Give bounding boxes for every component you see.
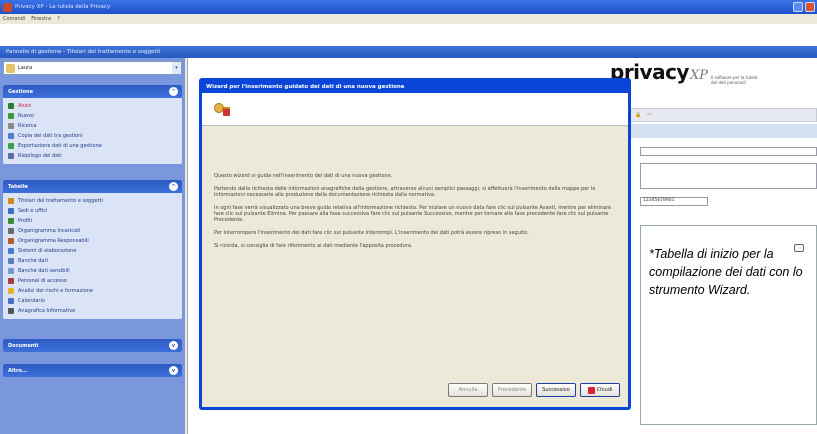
cancel-button[interactable]: Annulla: [448, 383, 488, 397]
toolbar-strip: [0, 24, 817, 46]
dialog-paragraph: Partendo dalla richiesta delle informazi…: [214, 186, 596, 198]
sidebar: Laura ▾ Gestione ^ Aiuto Nuovo Ricerca C…: [0, 58, 185, 434]
right-header-band: [630, 124, 817, 138]
menu-finestra[interactable]: Finestra: [31, 16, 51, 22]
dialog-paragraph: Per interrompere l'inserimento dei dati …: [214, 230, 529, 236]
wizard-dialog: Wizard per l'inserimento guidato dei dat…: [199, 78, 631, 410]
address-field[interactable]: [640, 163, 817, 189]
sidebar-item-informative[interactable]: Anagrafica Informative: [8, 306, 177, 316]
summary-icon: [8, 153, 14, 159]
building-icon: [8, 208, 14, 214]
previous-button[interactable]: Precedente: [492, 383, 532, 397]
dialog-description: Questo wizard vi guida nell'inserimento …: [214, 173, 614, 256]
key-icon: [8, 198, 14, 204]
callout-checkbox-icon: [794, 244, 804, 252]
group-header-gestione[interactable]: Gestione ^: [3, 85, 182, 98]
group-altro: Altro... v: [3, 364, 182, 377]
app-icon: [3, 2, 12, 12]
group-header-documenti[interactable]: Documenti v: [3, 339, 182, 352]
menu-help[interactable]: ?: [57, 16, 60, 22]
group-gestione: Gestione ^ Aiuto Nuovo Ricerca Copia dei…: [3, 85, 182, 164]
book-icon: [8, 278, 14, 284]
key-lock-icon: [214, 101, 230, 117]
sidebar-item-titolari[interactable]: Titolari del trattamento e soggetti: [8, 196, 177, 206]
sidebar-item-org-incaricati[interactable]: Organigramma Incaricati: [8, 226, 177, 236]
expand-icon[interactable]: v: [169, 341, 178, 350]
minimize-button[interactable]: [793, 2, 803, 12]
profile-icon: [8, 218, 14, 224]
group-documenti: Documenti v: [3, 339, 182, 352]
panel-title: Pannello di gestione - Titolari del trat…: [6, 49, 161, 55]
dialog-paragraph: Si ricorda, si consiglia di fare riferim…: [214, 243, 413, 249]
dialog-paragraph: Questo wizard vi guida nell'inserimento …: [214, 173, 393, 179]
sidebar-item-banche-sensibili[interactable]: Banche dati sensibili: [8, 266, 177, 276]
next-button[interactable]: Successivo: [536, 383, 576, 397]
close-icon: [587, 386, 595, 394]
document-icon: [8, 308, 14, 314]
privacy-logo: privacy XP Il software per la tutela dei…: [610, 60, 761, 85]
computer-icon: [8, 248, 14, 254]
sidebar-item-personal[interactable]: Personal di accesso: [8, 276, 177, 286]
window-title: Privacy XP - La tutela della Privacy: [15, 4, 111, 10]
sidebar-item-aiuto[interactable]: Aiuto: [8, 101, 177, 111]
person-icon: [8, 228, 14, 234]
panel-title-bar: Pannello di gestione - Titolari del trat…: [0, 46, 817, 58]
dialog-buttons: Annulla Precedente Successivo Chiudi: [448, 383, 620, 397]
expand-icon[interactable]: v: [169, 366, 178, 375]
logo-tagline: Il software per la tutela dei dati perso…: [710, 75, 758, 85]
copy-icon: [8, 133, 14, 139]
menu-comandi[interactable]: Comandi: [3, 16, 25, 22]
user-select-value: Laura: [18, 65, 33, 71]
sidebar-item-nuovo[interactable]: Nuovo: [8, 111, 177, 121]
sidebar-item-copia[interactable]: Copia dei dati tra gestioni: [8, 131, 177, 141]
dialog-header: [202, 93, 628, 126]
close-button[interactable]: Chiudi: [580, 383, 620, 397]
database-lock-icon: [8, 268, 14, 274]
callout-caption: *Tabella di inizio per la compilazione d…: [649, 245, 814, 299]
group-tabelle: Tabelle ^ Titolari del trattamento e sog…: [3, 180, 182, 319]
user-icon: [6, 63, 15, 73]
help-icon: [8, 103, 14, 109]
sidebar-item-analisi[interactable]: Analisi dei rischi e formazione: [8, 286, 177, 296]
sidebar-item-org-responsabili[interactable]: Organigramma Responsabili: [8, 236, 177, 246]
arrow-icon[interactable]: ⇨: [647, 112, 651, 118]
sidebar-item-esportazione[interactable]: Esportazione dati di una gestione: [8, 141, 177, 151]
chevron-down-icon[interactable]: ▾: [172, 62, 181, 74]
sidebar-item-sistemi[interactable]: Sistemi di elaborazione: [8, 246, 177, 256]
export-icon: [8, 143, 14, 149]
sidebar-item-calendario[interactable]: Calendario: [8, 296, 177, 306]
dialog-paragraph: In ogni fase verrà visualizzato una brev…: [214, 205, 612, 223]
warning-icon: [8, 288, 14, 294]
right-toolbar: 🔒 ⇨: [630, 108, 817, 122]
sidebar-item-banche-dati[interactable]: Banche dati: [8, 256, 177, 266]
group-icon: [8, 238, 14, 244]
database-icon: [8, 258, 14, 264]
user-select[interactable]: Laura ▾: [3, 61, 182, 75]
lock-icon[interactable]: 🔒: [635, 112, 641, 118]
sidebar-item-riepilogo[interactable]: Riepilogo dei dati: [8, 151, 177, 161]
sidebar-item-sedi[interactable]: Sedi e uffici: [8, 206, 177, 216]
close-window-button[interactable]: [805, 2, 815, 12]
code-field[interactable]: 12345678901: [640, 197, 708, 206]
search-icon: [8, 123, 14, 129]
add-icon: [8, 113, 14, 119]
name-field[interactable]: [640, 147, 817, 156]
group-header-altro[interactable]: Altro... v: [3, 364, 182, 377]
group-header-tabelle[interactable]: Tabelle ^: [3, 180, 182, 193]
dialog-title: Wizard per l'inserimento guidato dei dat…: [206, 84, 405, 90]
window-titlebar: Privacy XP - La tutela della Privacy: [0, 0, 817, 14]
sidebar-item-profili[interactable]: Profili: [8, 216, 177, 226]
sidebar-item-ricerca[interactable]: Ricerca: [8, 121, 177, 131]
collapse-icon[interactable]: ^: [169, 182, 178, 191]
menubar: Comandi Finestra ?: [0, 14, 817, 24]
collapse-icon[interactable]: ^: [169, 87, 178, 96]
logo-suffix: XP: [689, 68, 708, 83]
calendar-icon: [8, 298, 14, 304]
